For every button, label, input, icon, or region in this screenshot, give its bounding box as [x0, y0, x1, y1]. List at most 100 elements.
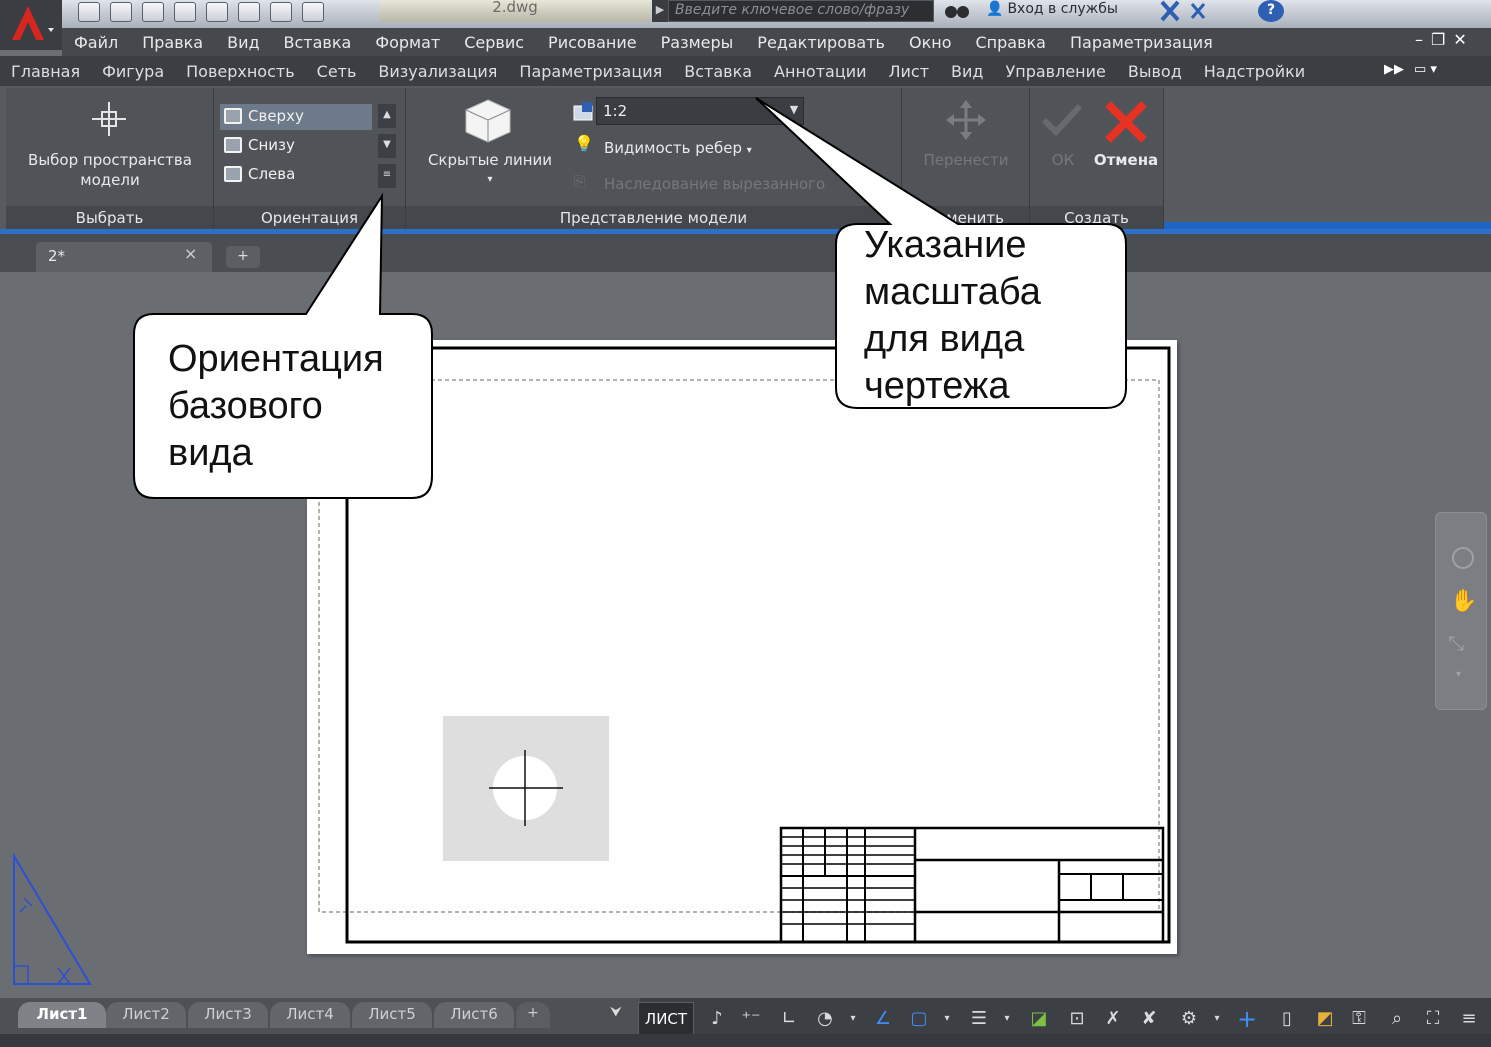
ortho-icon[interactable]: ∟ [776, 1006, 802, 1032]
new-file-icon[interactable] [78, 2, 100, 22]
application-menu-button[interactable] [0, 0, 62, 50]
hidden-lines-button[interactable]: Скрытые линии ▾ [416, 150, 564, 190]
zoom-extents-icon[interactable]: ⤡ [1448, 631, 1478, 661]
edge-visibility-label: Видимость ребер [604, 139, 742, 157]
layout-scroll-icon[interactable]: ⮟ [604, 1004, 628, 1030]
menu-item[interactable]: Рисование [536, 33, 649, 52]
select-model-space-button[interactable]: Выбор пространства модели [6, 150, 214, 190]
ribbon-minimize-icon[interactable]: ▭ ▾ [1414, 62, 1454, 82]
binoculars-icon[interactable] [942, 0, 972, 22]
menu-item[interactable]: Вставка [272, 33, 364, 52]
print-icon[interactable] [206, 2, 228, 22]
annotation-scale-icon[interactable]: ✘ [1136, 1006, 1162, 1032]
minimize-icon[interactable]: – [1415, 30, 1423, 54]
ribbon-tab[interactable]: Главная [0, 62, 91, 81]
layout-tab-2[interactable]: Лист2 [106, 1002, 186, 1028]
menu-item[interactable]: Файл [62, 33, 130, 52]
ribbon-tab[interactable]: Аннотации [763, 62, 877, 81]
lightbulb-icon: 💡 [574, 134, 594, 153]
ribbon-tab[interactable]: Параметризация [508, 62, 673, 81]
menu-item[interactable]: Окно [897, 33, 964, 52]
units-icon[interactable]: ▯ [1274, 1006, 1300, 1032]
orientation-item-top[interactable]: Сверху [220, 104, 372, 130]
callout-orientation-line-2: базового [168, 385, 323, 427]
ribbon-tab[interactable]: Вставка [673, 62, 763, 81]
polar-tracking-icon[interactable]: ◔ [812, 1006, 838, 1032]
selection-cycling-icon[interactable]: ⊡ [1064, 1006, 1090, 1032]
ribbon-tab[interactable]: Вид [940, 62, 994, 81]
osnap-dropdown-icon[interactable]: ▾ [934, 1006, 960, 1032]
navbar-dropdown-icon[interactable]: ▾ [1456, 669, 1470, 683]
customization-menu-icon[interactable]: ≡ [1456, 1006, 1482, 1032]
polar-dropdown-icon[interactable]: ▾ [840, 1006, 866, 1032]
annotation-visibility-icon[interactable]: ✗ [1100, 1006, 1126, 1032]
ribbon-tab[interactable]: Управление [994, 62, 1116, 81]
open-file-icon[interactable] [110, 2, 132, 22]
layout-tab-4[interactable]: Лист4 [270, 1002, 350, 1028]
ribbon-tab[interactable]: Поверхность [175, 62, 306, 81]
save-icon[interactable] [142, 2, 164, 22]
restore-icon[interactable]: ❐ [1431, 30, 1445, 54]
ribbon-tab[interactable]: Сеть [306, 62, 368, 81]
workspace-dropdown-icon[interactable]: ▾ [1204, 1006, 1230, 1032]
orientation-item-bottom[interactable]: Снизу [220, 133, 372, 159]
menu-item[interactable]: Редактировать [745, 33, 897, 52]
steering-wheel-icon[interactable] [1452, 547, 1474, 569]
menu-item[interactable]: Параметризация [1058, 33, 1225, 52]
lineweight-dropdown-icon[interactable]: ▾ [994, 1006, 1020, 1032]
menu-item[interactable]: Формат [363, 33, 452, 52]
workspace-gear-icon[interactable]: ⚙ [1176, 1006, 1202, 1032]
bottom-edge [0, 1034, 1491, 1047]
callout-scale-line-2: масштаба [864, 271, 1041, 313]
layout-tab-3[interactable]: Лист3 [188, 1002, 268, 1028]
lock-ui-icon[interactable]: ⚿ [1346, 1006, 1372, 1032]
transparency-icon[interactable]: ◪ [1026, 1006, 1052, 1032]
ucs-paper-space-icon [13, 852, 92, 985]
base-view-placeholder[interactable] [443, 716, 609, 861]
paper-space-toggle[interactable]: ЛИСТ [638, 1002, 694, 1036]
menu-item[interactable]: Сервис [452, 33, 536, 52]
layout-tab-6[interactable]: Лист6 [434, 1002, 514, 1028]
close-icon[interactable]: ✕ [1453, 30, 1466, 54]
hidden-lines-cube-icon [465, 99, 511, 143]
redo-icon[interactable] [270, 2, 292, 22]
clean-screen-icon[interactable]: ⛶ [1420, 1006, 1446, 1032]
gallery-scroll-down-icon[interactable]: ▼ [378, 134, 396, 158]
grid-icon[interactable]: ♪ [704, 1006, 730, 1032]
layout-tab-1[interactable]: Лист1 [18, 1002, 106, 1028]
search-expand-icon[interactable]: ▶ [652, 0, 668, 22]
object-snap-icon[interactable]: ▢ [906, 1006, 932, 1032]
annotation-monitor-icon[interactable]: + [1234, 1006, 1260, 1032]
select-model-space-label: Выбор пространства [28, 151, 192, 169]
isometric-drafting-icon[interactable]: ∠ [870, 1006, 896, 1032]
menu-item[interactable]: Вид [215, 33, 271, 52]
sign-in-button[interactable]: 👤 Вход в службы [986, 0, 1146, 22]
menu-item[interactable]: Правка [130, 33, 215, 52]
undo-icon[interactable] [238, 2, 260, 22]
quick-properties-icon[interactable]: ◩ [1312, 1006, 1338, 1032]
layout-tab-5[interactable]: Лист5 [352, 1002, 432, 1028]
edge-visibility-button[interactable]: Видимость ребер ▾ [604, 138, 752, 161]
gallery-expand-icon[interactable]: ≡ [378, 164, 396, 188]
isolate-objects-icon[interactable]: ⌕ [1384, 1006, 1410, 1032]
ribbon-tab-bar: Главная Фигура Поверхность Сеть Визуализация… [0, 56, 1491, 86]
ribbon-tab[interactable]: Вывод [1117, 62, 1193, 81]
ribbon-tab[interactable]: Надстройки [1193, 62, 1316, 81]
menu-item[interactable]: Размеры [649, 33, 746, 52]
help-icon[interactable]: ? [1258, 0, 1284, 22]
exchange-apps-icon[interactable] [1158, 0, 1218, 22]
menu-item[interactable]: Справка [963, 33, 1058, 52]
save-as-icon[interactable] [174, 2, 196, 22]
orientation-item-left[interactable]: Слева [220, 162, 372, 188]
lineweight-icon[interactable]: ☰ [966, 1006, 992, 1032]
snap-icon[interactable]: ⁺⁻ [738, 1006, 764, 1032]
customize-qat-icon[interactable] [302, 2, 324, 22]
add-layout-button[interactable]: + [516, 1002, 550, 1028]
search-input[interactable]: Введите ключевое слово/фразу [668, 0, 934, 22]
ribbon-tab[interactable]: Лист [878, 62, 941, 81]
pan-hand-icon[interactable]: ✋ [1450, 589, 1477, 619]
gallery-scroll-up-icon[interactable]: ▲ [378, 104, 396, 128]
ribbon-tab[interactable]: Визуализация [367, 62, 508, 81]
more-tabs-icon[interactable]: ▶▶ [1384, 62, 1404, 82]
ribbon-tab[interactable]: Фигура [91, 62, 175, 81]
